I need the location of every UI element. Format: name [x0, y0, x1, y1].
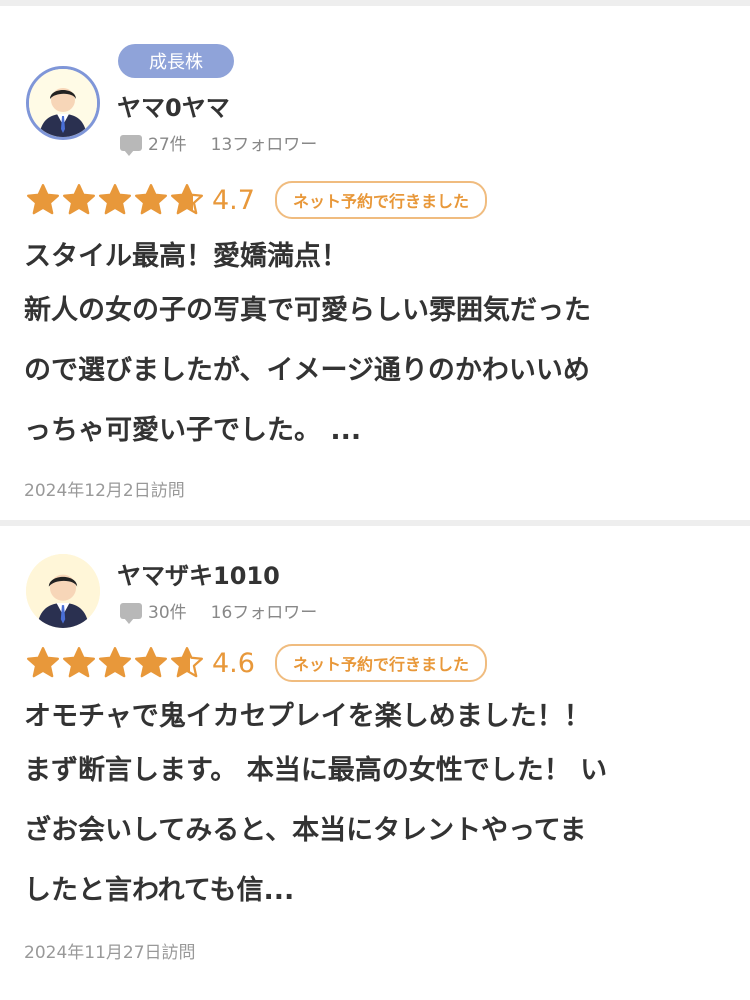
user-name[interactable]: ヤマ0ヤマ — [117, 88, 230, 123]
user-rank-badge: 成長株 — [118, 44, 234, 78]
star-icon — [170, 646, 204, 678]
star-icon — [98, 646, 132, 678]
review-card-1[interactable]: 成長株 ヤマ0ヤマ 27件 13フォロワー 4.7 ネット予約で行きました スタ… — [0, 6, 750, 520]
post-count: 27件 — [148, 135, 187, 155]
follower-count: 13フォロワー — [210, 135, 318, 155]
user-meta: 27件 13フォロワー — [120, 130, 318, 156]
visit-date: 2024年12月2日訪問 — [24, 481, 185, 501]
rating-row: 4.7 ネット予約で行きました — [26, 181, 487, 219]
user-avatar[interactable] — [26, 554, 100, 628]
rating-row: 4.6 ネット予約で行きました — [26, 644, 487, 682]
user-name[interactable]: ヤマザキ1010 — [117, 556, 280, 591]
star-icon — [62, 183, 96, 215]
star-icon — [170, 183, 204, 215]
review-body-line: したと言われても信... — [24, 875, 295, 906]
review-body[interactable]: 新人の女の子の写真で可愛らしい雰囲気だった ので選びましたが、イメージ通りのかわ… — [24, 281, 724, 461]
review-title[interactable]: スタイル最高！愛嬌満点！ — [24, 234, 348, 273]
rating-score: 4.7 — [212, 184, 255, 216]
reservation-tag: ネット予約で行きました — [274, 644, 487, 682]
reservation-tag: ネット予約で行きました — [274, 181, 487, 219]
review-card-2[interactable]: ヤマザキ1010 30件 16フォロワー 4.6 ネット予約で行きました オモチ… — [0, 526, 750, 1000]
avatar-person-icon — [29, 69, 97, 137]
visit-date: 2024年11月27日訪問 — [24, 943, 196, 963]
post-count: 30件 — [148, 603, 187, 623]
review-body-line: ので選びましたが、イメージ通りのかわいいめ — [24, 355, 590, 386]
star-icon — [26, 646, 60, 678]
star-icon — [62, 646, 96, 678]
review-body-line: まず断言します。 本当に最高の女性でした！ い — [24, 755, 608, 786]
follower-count: 16フォロワー — [210, 603, 318, 623]
star-icon — [134, 646, 168, 678]
review-body-line: 新人の女の子の写真で可愛らしい雰囲気だった — [24, 295, 591, 326]
star-icon — [26, 183, 60, 215]
chat-bubble-icon — [120, 602, 142, 624]
user-avatar[interactable] — [26, 66, 100, 140]
review-body[interactable]: まず断言します。 本当に最高の女性でした！ い ざお会いしてみると、本当にタレン… — [24, 741, 724, 921]
chat-bubble-icon — [120, 134, 142, 156]
avatar-person-icon — [26, 554, 100, 628]
star-rating — [26, 183, 204, 217]
review-title[interactable]: オモチャで鬼イカセプレイを楽しめました！！ — [24, 694, 591, 733]
star-icon — [134, 183, 168, 215]
rating-score: 4.6 — [212, 647, 255, 679]
review-body-line: ざお会いしてみると、本当にタレントやってま — [24, 815, 587, 846]
user-meta: 30件 16フォロワー — [120, 598, 318, 624]
star-icon — [98, 183, 132, 215]
review-body-line: っちゃ可愛い子でした。 ... — [24, 415, 362, 446]
star-rating — [26, 646, 204, 680]
